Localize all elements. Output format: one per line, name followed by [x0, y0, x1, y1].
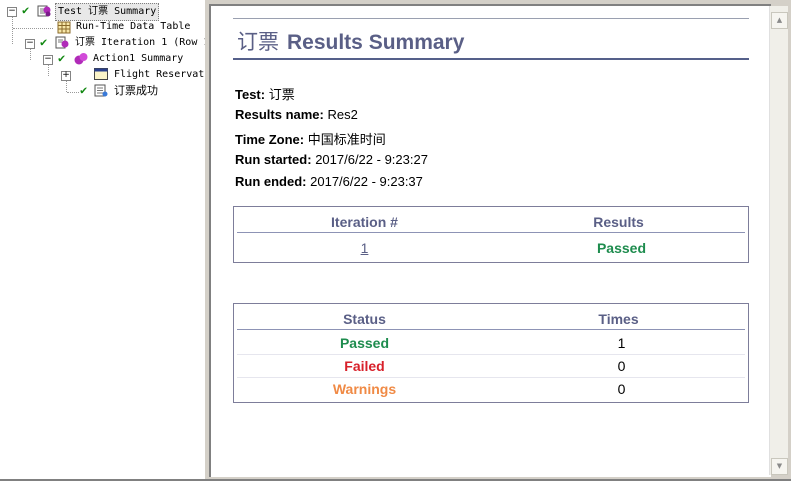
check-icon: ✔	[22, 3, 30, 17]
test-icon	[37, 5, 51, 17]
info-results-name-value: Res2	[327, 107, 358, 122]
tree-item-iteration[interactable]: 订票 Iteration 1 (Row 1)	[73, 35, 206, 51]
tree-connector	[66, 80, 67, 92]
info-run-ended-value: 2017/6/22 - 9:23:37	[310, 174, 423, 189]
tree-item-step[interactable]: 订票成功	[112, 83, 160, 99]
tree-item-test-summary[interactable]: Test 订票 Summary	[55, 3, 160, 21]
info-time-zone-label: Time Zone:	[235, 132, 305, 147]
scroll-down-button[interactable]: ▼	[771, 458, 788, 475]
title-text: Results Summary	[287, 31, 465, 54]
column-header-results: Results	[593, 214, 644, 230]
tree-connector	[12, 16, 13, 44]
check-icon: ✔	[40, 35, 48, 49]
status-failed: Failed	[344, 358, 385, 374]
tree-connector	[48, 64, 49, 76]
row-divider	[237, 354, 745, 355]
collapse-toggle[interactable]: −	[7, 7, 17, 17]
times-failed: 0	[617, 358, 626, 374]
iterations-table-header: Iteration # Results	[237, 210, 745, 233]
status-warnings: Warnings	[332, 381, 397, 397]
info-time-zone: Time Zone: 中国标准时间	[235, 129, 386, 148]
results-summary-pane: 订票 Results Summary Test: 订票 Results name:…	[209, 4, 771, 477]
info-results-name: Results name: Res2	[235, 107, 358, 122]
iteration-link[interactable]: 1	[234, 240, 495, 256]
page-title: 订票 Results Summary	[237, 26, 464, 56]
tree-connector	[67, 92, 79, 93]
info-run-started: Run started: 2017/6/22 - 9:23:27	[235, 152, 428, 167]
title-rule-top	[233, 18, 749, 19]
info-run-started-value: 2017/6/22 - 9:23:27	[315, 152, 428, 167]
status-table-header: Status Times	[237, 307, 745, 330]
info-run-ended: Run ended: 2017/6/22 - 9:23:37	[235, 174, 423, 189]
iterations-table: Iteration # Results 1 Passed	[233, 206, 749, 263]
info-results-name-label: Results name:	[235, 107, 324, 122]
info-time-zone-value: 中国标准时间	[307, 132, 386, 147]
check-icon: ✔	[80, 83, 88, 97]
title-rule-bottom	[233, 58, 749, 60]
info-test-label: Test:	[235, 87, 266, 102]
tree-item-flight-reservation[interactable]: Flight Reservation	[112, 67, 205, 83]
tree-connector	[30, 48, 31, 60]
results-tree[interactable]: − ✔ Test 订票 Summary Run-Time Data Table …	[0, 0, 206, 479]
column-header-status: Status	[343, 311, 386, 327]
tree-item-data-table[interactable]: Run-Time Data Table	[74, 19, 192, 35]
tree-item-label: Action1 Summary	[93, 53, 184, 64]
row-divider	[237, 377, 745, 378]
info-test: Test: 订票	[235, 84, 295, 103]
tree-item-label: 订票 Iteration 1 (Row 1)	[75, 37, 206, 48]
column-header-iteration: Iteration #	[331, 214, 398, 230]
vertical-scrollbar[interactable]: ▲ ▼	[769, 6, 788, 475]
window-icon	[94, 68, 108, 80]
info-test-value: 订票	[268, 87, 295, 102]
tree-connector	[13, 28, 53, 29]
times-passed: 1	[617, 335, 626, 351]
status-table: Status Times Passed 1 Failed 0 Warnings …	[233, 303, 749, 403]
data-table-icon	[57, 21, 71, 34]
expand-toggle[interactable]: +	[61, 71, 71, 81]
tree-item-action[interactable]: Action1 Summary	[91, 51, 185, 67]
collapse-toggle[interactable]: −	[25, 39, 35, 49]
title-test-name: 订票	[237, 31, 279, 54]
iteration-result: Passed	[596, 240, 647, 256]
iteration-icon	[55, 36, 69, 49]
times-warnings: 0	[617, 381, 626, 397]
step-icon	[94, 84, 108, 97]
scroll-up-button[interactable]: ▲	[771, 12, 788, 29]
collapse-toggle[interactable]: −	[43, 55, 53, 65]
check-icon: ✔	[58, 51, 66, 65]
action-icon	[74, 53, 88, 65]
info-run-ended-label: Run ended:	[235, 174, 307, 189]
tree-item-label: Run-Time Data Table	[76, 21, 191, 32]
column-header-times: Times	[598, 311, 639, 327]
info-run-started-label: Run started:	[235, 152, 312, 167]
tree-item-label: Flight Reservation	[114, 69, 205, 80]
status-passed: Passed	[339, 335, 390, 351]
tree-item-label: 订票成功	[114, 84, 158, 97]
